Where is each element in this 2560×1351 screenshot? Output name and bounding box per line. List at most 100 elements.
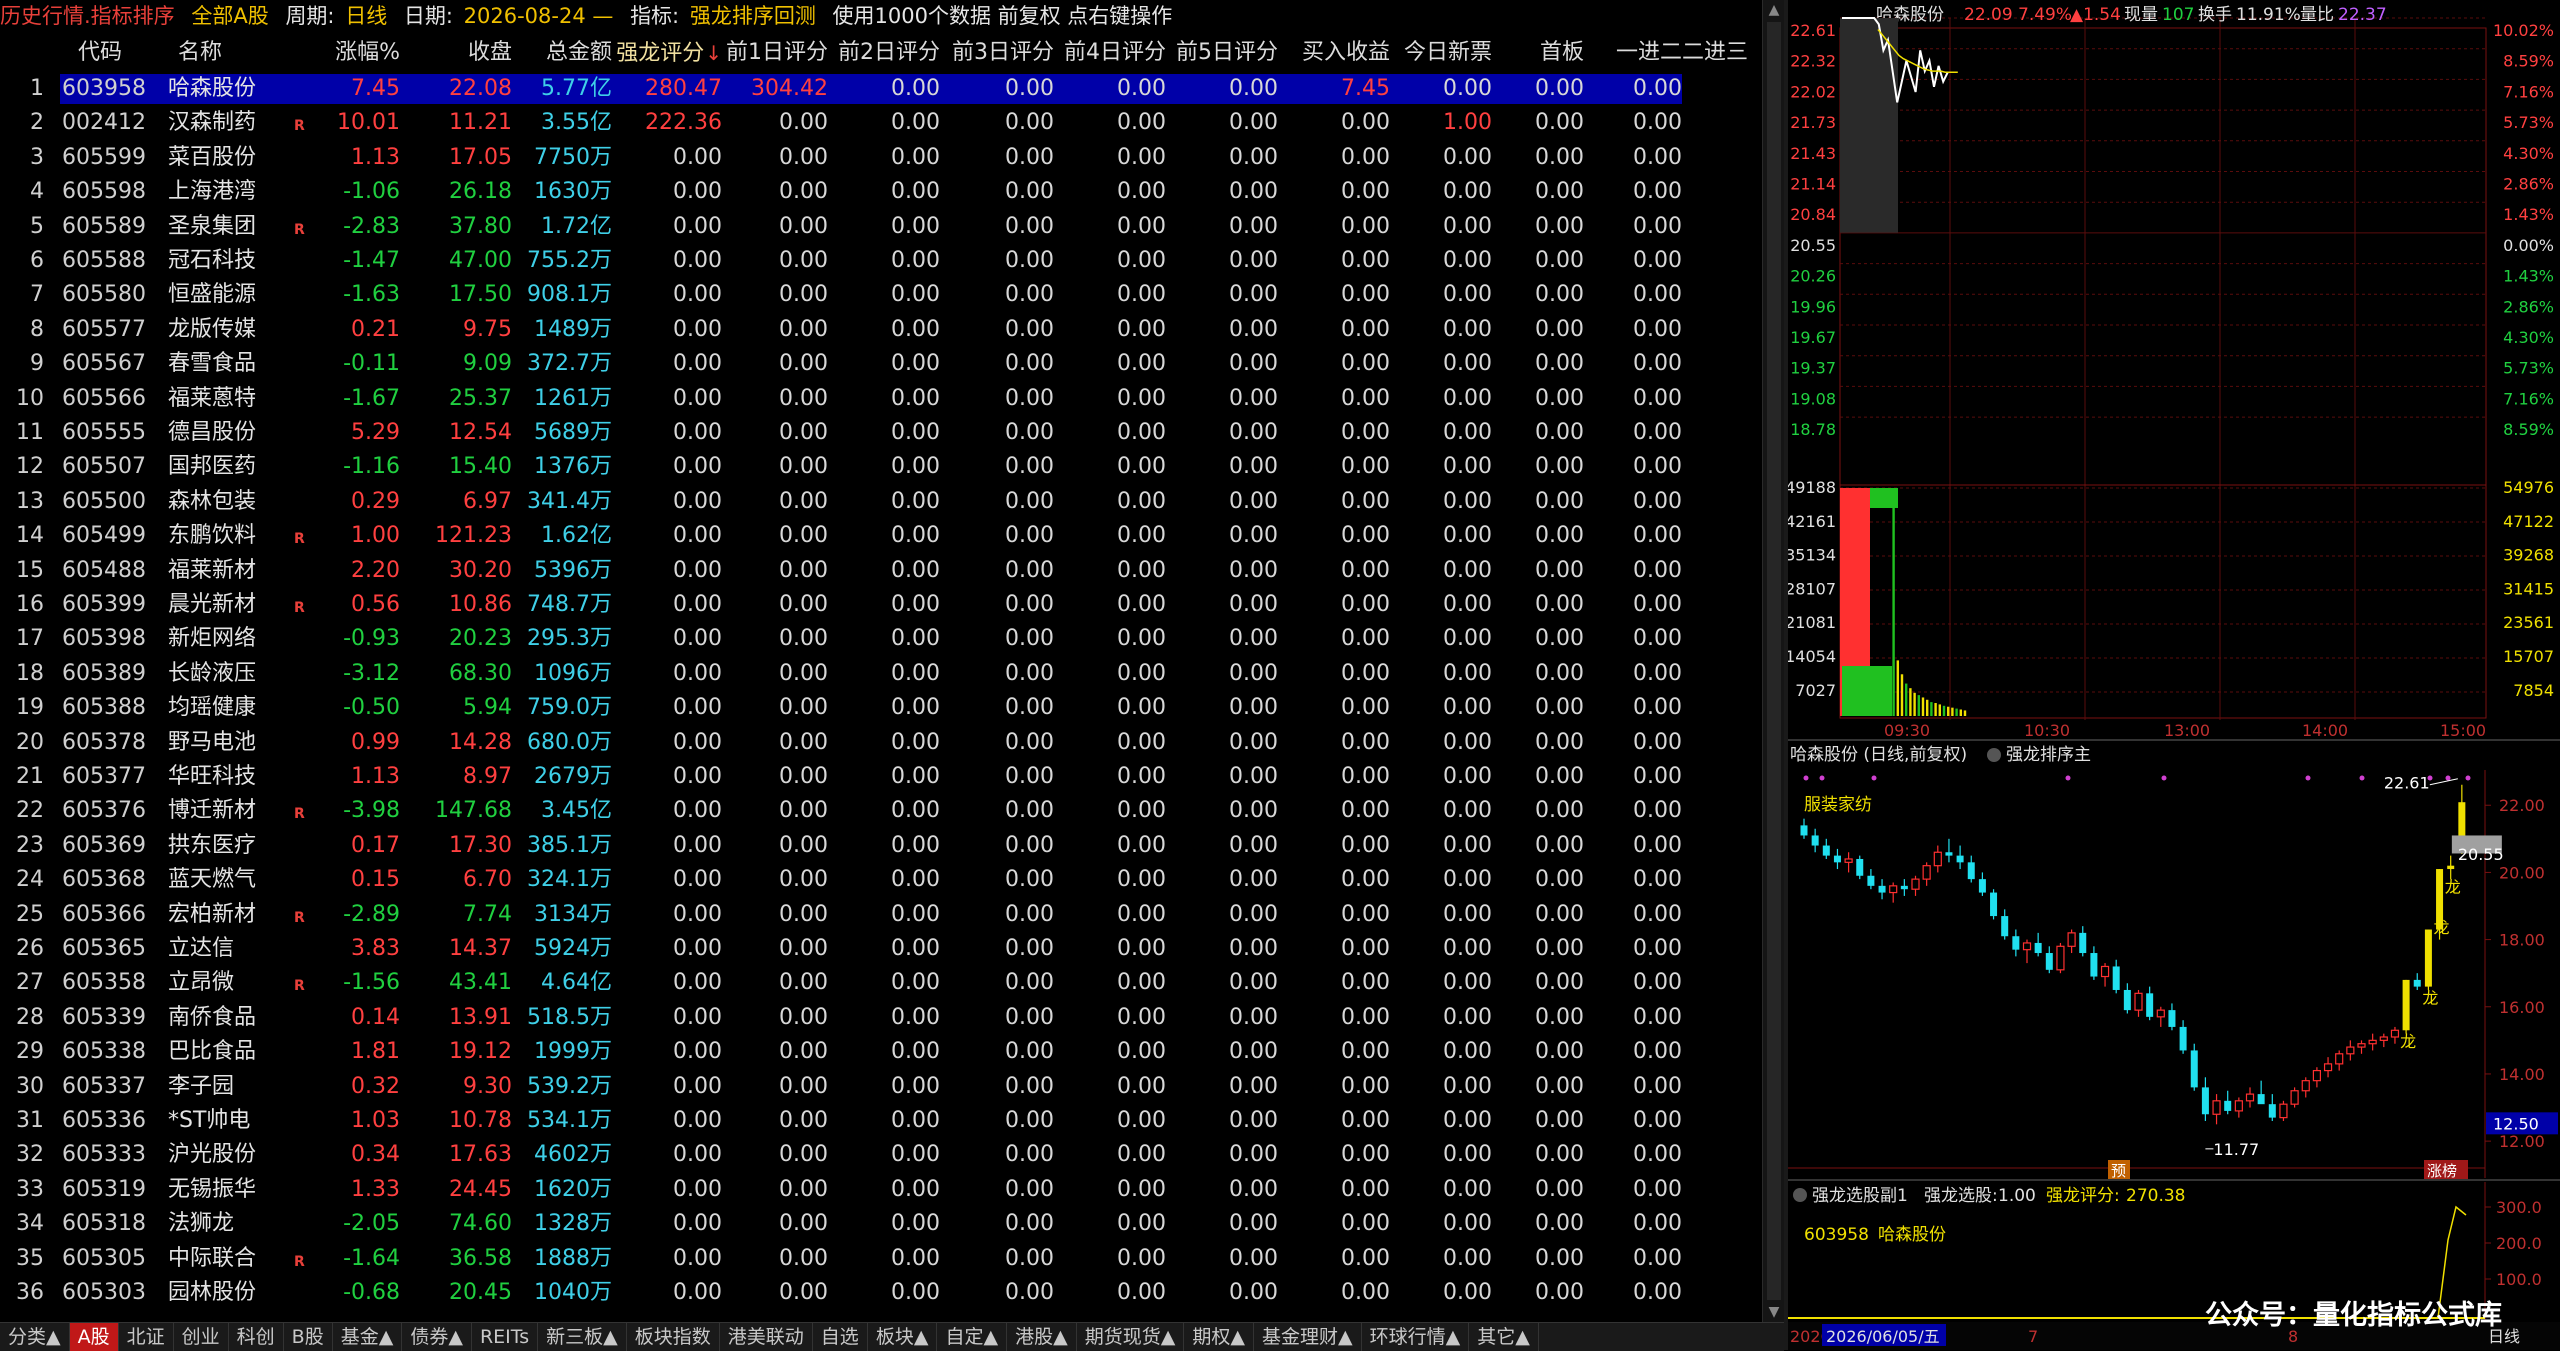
market-tab[interactable]: 科创 <box>229 1323 284 1351</box>
column-header-11[interactable]: 前5日评分 <box>1166 36 1278 70</box>
market-tab[interactable]: 债券▲ <box>402 1323 472 1351</box>
table-row[interactable]: 3 605599 菜百股份 1.13 17.05 7750万 0.00 0.00 0.00 0.0… <box>0 141 1762 175</box>
table-row[interactable]: 26 605365 立达信 3.83 14.37 5924万 0.00 0.00 0.00 0.0… <box>0 932 1762 966</box>
score-p5: 0.00 <box>1229 970 1278 996</box>
market-tab[interactable]: 板块指数 <box>627 1323 720 1351</box>
table-row[interactable]: 17 605398 新炬网络 -0.93 20.23 295.3万 0.00 0.00 0.00… <box>0 622 1762 656</box>
date-value[interactable]: 2026-08-24 — <box>464 4 614 28</box>
table-row[interactable]: 25 605366 宏柏新材 R -2.89 7.74 3134万 0.00 0.00 0.00 0… <box>0 898 1762 932</box>
market-tab[interactable]: 新三板▲ <box>538 1323 627 1351</box>
scrollbar-thumb[interactable] <box>1767 22 1781 1300</box>
market-tab[interactable]: 期货现货▲ <box>1077 1323 1185 1351</box>
stock-code: 605318 <box>62 1211 146 1237</box>
table-row[interactable]: 23 605369 拱东医疗 0.17 17.30 385.1万 0.00 0.00 0.00 0… <box>0 829 1762 863</box>
table-row[interactable]: 10 605566 福莱蒽特 -1.67 25.37 1261万 0.00 0.00 0.00 0… <box>0 382 1762 416</box>
table-row[interactable]: 34 605318 法狮龙 -2.05 74.60 1328万 0.00 0.00 0.00 0.… <box>0 1207 1762 1241</box>
table-row[interactable]: 19 605388 均瑶健康 -0.50 5.94 759.0万 0.00 0.00 0.00 0… <box>0 691 1762 725</box>
table-row[interactable]: 36 605303 园林股份 -0.68 20.45 1040万 0.00 0.00 0.00 0… <box>0 1276 1762 1310</box>
table-row[interactable]: 1 603958 哈森股份 7.45 22.08 5.77亿 280.47 304.42 0.0… <box>0 72 1762 106</box>
table-row[interactable]: 28 605339 南侨食品 0.14 13.91 518.5万 0.00 0.00 0.00 0… <box>0 1001 1762 1035</box>
column-header-13[interactable]: 今日新票 <box>1390 36 1492 70</box>
score-yj: 0.00 <box>1633 1245 1682 1271</box>
table-row[interactable]: 13 605500 森林包装 0.29 6.97 341.4万 0.00 0.00 0.00 0.… <box>0 485 1762 519</box>
stock-code: 605378 <box>62 729 146 755</box>
market-tab[interactable]: REITs <box>472 1323 539 1351</box>
kline-chart[interactable]: 哈森股份 (日线,前复权) 强龙排序主 服装家纺 22.00 20.00 18.00… <box>1788 745 2558 1180</box>
indicator-value[interactable]: 强龙排序回测 <box>690 4 816 28</box>
column-header-9[interactable]: 前3日评分 <box>940 36 1054 70</box>
time-tick: 13:00 <box>2164 721 2210 740</box>
market-selector[interactable]: 全部A股 <box>191 4 268 28</box>
column-header-12[interactable]: 买入收益 <box>1278 36 1390 70</box>
table-row[interactable]: 11 605555 德昌股份 5.29 12.54 5689万 0.00 0.00 0.00 0.… <box>0 416 1762 450</box>
stock-name: 哈森股份 <box>168 76 257 101</box>
table-row[interactable]: 21 605377 华旺科技 1.13 8.97 2679万 0.00 0.00 0.00 0.0… <box>0 760 1762 794</box>
table-row[interactable]: 6 605588 冠石科技 -1.47 47.00 755.2万 0.00 0.00 0.00 0… <box>0 244 1762 278</box>
column-header-8[interactable]: 前2日评分 <box>828 36 940 70</box>
table-row[interactable]: 5 605589 圣泉集团 R -2.83 37.80 1.72亿 0.00 0.00 0.00 0… <box>0 210 1762 244</box>
indicator-toggle-icon[interactable] <box>1987 748 2001 762</box>
table-row[interactable]: 20 605378 野马电池 0.99 14.28 680.0万 0.00 0.00 0.00 0… <box>0 726 1762 760</box>
table-row[interactable]: 29 605338 巴比食品 1.81 19.12 1999万 0.00 0.00 0.00 0.… <box>0 1035 1762 1069</box>
table-row[interactable]: 32 605333 沪光股份 0.34 17.63 4602万 0.00 0.00 0.00 0.… <box>0 1138 1762 1172</box>
table-row[interactable]: 31 605336 *ST帅电 1.03 10.78 534.1万 0.00 0.00 0.00… <box>0 1104 1762 1138</box>
market-tab[interactable]: A股 <box>69 1323 119 1351</box>
market-tab[interactable]: 板块▲ <box>868 1323 938 1351</box>
market-tab[interactable]: B股 <box>284 1323 333 1351</box>
scroll-down-icon[interactable]: ▼ <box>1766 1304 1782 1320</box>
vertical-scrollbar[interactable]: ▲ ▼ <box>1762 0 1785 1322</box>
score-p4: 0.00 <box>1117 1108 1166 1133</box>
column-header-15[interactable]: 一进二 <box>1584 36 1682 70</box>
column-header-10[interactable]: 前4日评分 <box>1054 36 1166 70</box>
table-row[interactable]: 30 605337 李子园 0.32 9.30 539.2万 0.00 0.00 0.00 0.0… <box>0 1070 1762 1104</box>
column-header-6[interactable]: 强龙评分 <box>612 36 722 70</box>
table-row[interactable]: 8 605577 龙版传媒 0.21 9.75 1489万 0.00 0.00 0.00 0.00… <box>0 313 1762 347</box>
table-row[interactable]: 9 605567 春雪食品 -0.11 9.09 372.7万 0.00 0.00 0.00 0.… <box>0 347 1762 381</box>
column-header-1[interactable]: 代码 <box>78 36 174 70</box>
market-tab[interactable]: 分类▲ <box>0 1323 70 1351</box>
table-row[interactable]: 22 605376 博迁新材 R -3.98 147.68 3.45亿 0.00 0.00 0.0… <box>0 794 1762 828</box>
market-tab[interactable]: 其它▲ <box>1469 1323 1539 1351</box>
score-p3: 0.00 <box>1005 488 1054 514</box>
score-p3: 0.00 <box>1005 1142 1054 1168</box>
stock-name: 德昌股份 <box>168 420 257 445</box>
table-row[interactable]: 24 605368 蓝天燃气 0.15 6.70 324.1万 0.00 0.00 0.00 0.… <box>0 863 1762 897</box>
market-tab[interactable]: 港股▲ <box>1007 1323 1077 1351</box>
market-tab[interactable]: 基金▲ <box>333 1323 403 1351</box>
market-tab[interactable]: 创业 <box>174 1323 229 1351</box>
column-header-14[interactable]: 首板 <box>1492 36 1584 70</box>
table-row[interactable]: 16 605399 晨光新材 R 0.56 10.86 748.7万 0.00 0.00 0.00… <box>0 588 1762 622</box>
table-row[interactable]: 7 605580 恒盛能源 -1.63 17.50 908.1万 0.00 0.00 0.00 0… <box>0 278 1762 312</box>
price-tick: 22.32 <box>1790 52 1836 71</box>
column-header-4[interactable]: 收盘 <box>400 36 512 70</box>
scroll-up-icon[interactable]: ▲ <box>1766 2 1782 18</box>
column-header-2[interactable]: 名称 <box>178 36 310 70</box>
table-row[interactable]: 18 605389 长龄液压 -3.12 68.30 1096万 0.00 0.00 0.00 0… <box>0 657 1762 691</box>
column-header-16[interactable]: 二进三 <box>1682 36 1762 70</box>
market-tab[interactable]: 环球行情▲ <box>1362 1323 1470 1351</box>
volume-bar <box>1900 674 1904 716</box>
column-header-7[interactable]: 前1日评分 <box>722 36 828 70</box>
column-header-3[interactable]: 涨幅% <box>300 36 400 70</box>
column-header-5[interactable]: 总金额 <box>512 36 612 70</box>
kline-indicator-name[interactable]: 强龙排序主 <box>2006 745 2091 765</box>
score-today: 0.00 <box>1443 660 1492 686</box>
table-row[interactable]: 12 605507 国邦医药 -1.16 15.40 1376万 0.00 0.00 0.00 0… <box>0 450 1762 484</box>
table-row[interactable]: 4 605598 上海港湾 -1.06 26.18 1630万 0.00 0.00 0.00 0.… <box>0 175 1762 209</box>
table-row[interactable]: 35 605305 中际联合 R -1.64 36.58 1888万 0.00 0.00 0.00… <box>0 1242 1762 1276</box>
market-tab[interactable]: 港美联动 <box>720 1323 813 1351</box>
table-row[interactable]: 15 605488 福莱新材 2.20 30.20 5396万 0.00 0.00 0.00 0.… <box>0 554 1762 588</box>
table-row[interactable]: 2 002412 汉森制药 R 10.01 11.21 3.55亿 222.36 0.00 0.0… <box>0 106 1762 140</box>
table-row[interactable]: 27 605358 立昂微 R -1.56 43.41 4.64亿 0.00 0.00 0.00 0… <box>0 966 1762 1000</box>
period-value[interactable]: 日线 <box>345 4 387 28</box>
market-tab[interactable]: 自定▲ <box>937 1323 1008 1351</box>
table-row[interactable]: 33 605319 无锡振华 1.33 24.45 1620万 0.00 0.00 0.00 0.… <box>0 1173 1762 1207</box>
market-tab[interactable]: 自选 <box>813 1323 868 1351</box>
market-tab[interactable]: 期权▲ <box>1184 1323 1254 1351</box>
market-tab[interactable]: 北证 <box>119 1323 174 1351</box>
intraday-chart[interactable]: 哈森股份 22.09 7.49% ▲1.54 现量 107 换手 11.91% … <box>1788 0 2560 740</box>
sub-toggle-icon[interactable] <box>1793 1188 1807 1202</box>
market-tab[interactable]: 基金理财▲ <box>1254 1323 1362 1351</box>
score-p2: 0.00 <box>891 764 940 789</box>
table-row[interactable]: 14 605499 东鹏饮料 R 1.00 121.23 1.62亿 0.00 0.00 0.00… <box>0 519 1762 553</box>
